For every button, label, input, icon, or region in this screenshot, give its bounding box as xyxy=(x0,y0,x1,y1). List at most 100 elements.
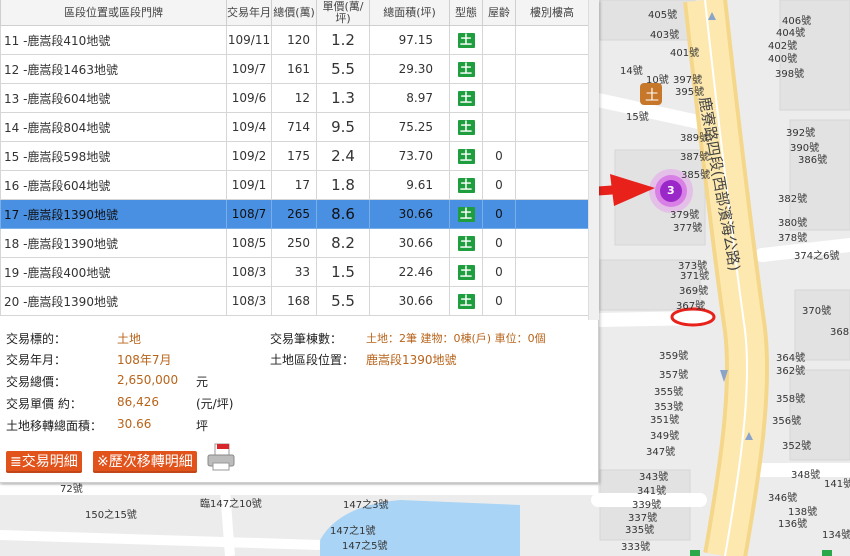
table-header: 區段位置或區段門牌 交易年月 總價(萬) 單價(萬/坪) 總面積(坪) 型態 屋… xyxy=(0,0,589,26)
cell-total: 175 xyxy=(271,141,317,171)
cell-area: 75.25 xyxy=(369,112,450,142)
map-address-label: 359號 xyxy=(659,351,689,362)
cell-type: 土 xyxy=(449,112,483,142)
cell-date: 109/4 xyxy=(226,112,272,142)
cell-age: 0 xyxy=(482,141,516,171)
col-address[interactable]: 區段位置或區段門牌 xyxy=(0,0,227,26)
map-address-label: 346號 xyxy=(768,493,798,504)
pdf-print-icon[interactable] xyxy=(205,442,237,472)
cell-area: 29.30 xyxy=(369,54,450,84)
cell-total: 161 xyxy=(271,54,317,84)
transfer-history-button[interactable]: ※歷次移轉明細 xyxy=(93,451,197,473)
map-address-label: 141號 xyxy=(824,479,850,490)
area-value: 30.66 xyxy=(117,417,152,431)
land-type-badge: 土 xyxy=(457,61,475,77)
cell-floor xyxy=(515,54,589,84)
land-type-badge: 土 xyxy=(457,235,475,251)
date-value: 108年7月 xyxy=(117,353,172,367)
cluster-count[interactable]: 3 xyxy=(667,184,675,197)
col-unit[interactable]: 單價(萬/坪) xyxy=(316,0,370,26)
cell-date: 109/2 xyxy=(226,141,272,171)
shop-glyph: 土 xyxy=(645,88,659,104)
col-date[interactable]: 交易年月 xyxy=(226,0,272,26)
cell-type: 土 xyxy=(449,83,483,113)
map-address-label: 368 xyxy=(830,327,850,338)
col-floor[interactable]: 樓別樓高 xyxy=(515,0,589,26)
cell-unit-price: 5.5 xyxy=(316,286,370,316)
table-row[interactable]: 20 -鹿嵩段1390地號 108/3 168 5.5 30.66 土 0 xyxy=(0,286,589,316)
map-address-label: 147之3號 xyxy=(343,500,389,511)
cell-total: 12 xyxy=(271,83,317,113)
transaction-table: 區段位置或區段門牌 交易年月 總價(萬) 單價(萬/坪) 總面積(坪) 型態 屋… xyxy=(0,0,589,316)
cell-area: 8.97 xyxy=(369,83,450,113)
cell-date: 109/7 xyxy=(226,54,272,84)
cell-unit-price: 9.5 xyxy=(316,112,370,142)
map-address-label: 371號 xyxy=(680,271,710,282)
area-label: 土地移轉總面積： xyxy=(6,419,103,433)
cell-floor xyxy=(515,170,589,200)
cell-area: 30.66 xyxy=(369,228,450,258)
cell-age: 0 xyxy=(482,228,516,258)
map-address-label: 374之6號 xyxy=(794,251,840,262)
map-address-label: 333號 xyxy=(621,542,651,553)
cell-date: 109/6 xyxy=(226,83,272,113)
cell-address: 17 -鹿嵩段1390地號 xyxy=(0,199,227,229)
transaction-detail-button[interactable]: ≣交易明細 xyxy=(6,451,82,473)
transaction-panel: 區段位置或區段門牌 交易年月 總價(萬) 單價(萬/坪) 總面積(坪) 型態 屋… xyxy=(0,0,599,483)
map-address-label: 367號 xyxy=(676,301,706,312)
cell-address: 16 -鹿嵩段604地號 xyxy=(0,170,227,200)
count-label: 交易筆棟數： xyxy=(270,332,343,346)
table-row[interactable]: 19 -鹿嵩段400地號 108/3 33 1.5 22.46 土 0 xyxy=(0,257,589,287)
cell-date: 108/3 xyxy=(226,286,272,316)
total-unit: 元 xyxy=(196,375,209,389)
map-address-label: 385號 xyxy=(681,170,711,181)
table-row[interactable]: 16 -鹿嵩段604地號 109/1 17 1.8 9.61 土 0 xyxy=(0,170,589,200)
col-total[interactable]: 總價(萬) xyxy=(271,0,317,26)
map-address-label: 349號 xyxy=(650,431,680,442)
cell-date: 108/3 xyxy=(226,257,272,287)
cell-total: 265 xyxy=(271,199,317,229)
cell-total: 250 xyxy=(271,228,317,258)
map-address-label: 14號 xyxy=(620,66,643,77)
col-type[interactable]: 型態 xyxy=(449,0,483,26)
cell-floor xyxy=(515,286,589,316)
table-row[interactable]: 14 -鹿嵩段804地號 109/4 714 9.5 75.25 土 xyxy=(0,112,589,142)
table-scrollbar[interactable] xyxy=(588,0,599,320)
map-address-label: 335號 xyxy=(625,525,655,536)
map-address-label: 357號 xyxy=(659,370,689,381)
table-row[interactable]: 17 -鹿嵩段1390地號 108/7 265 8.6 30.66 土 0 xyxy=(0,199,589,229)
cell-floor xyxy=(515,257,589,287)
map-address-label: 341號 xyxy=(637,486,667,497)
map-address-label: 147之5號 xyxy=(342,541,388,552)
cell-type: 土 xyxy=(449,25,483,55)
col-age[interactable]: 屋齡 xyxy=(482,0,516,26)
col-area[interactable]: 總面積(坪) xyxy=(369,0,450,26)
unit-price-value: 86,426 xyxy=(117,395,159,409)
cell-date: 109/1 xyxy=(226,170,272,200)
land-type-badge: 土 xyxy=(457,32,475,48)
map-address-label: 403號 xyxy=(650,30,680,41)
cell-unit-price: 1.3 xyxy=(316,83,370,113)
table-row[interactable]: 12 -鹿嵩段1463地號 109/7 161 5.5 29.30 土 xyxy=(0,54,589,84)
map-address-label: 147之1號 xyxy=(330,526,376,537)
total-label: 交易總價： xyxy=(6,375,67,389)
cell-total: 33 xyxy=(271,257,317,287)
cell-floor xyxy=(515,141,589,171)
map-address-label: 134號 xyxy=(822,530,850,541)
cell-date: 108/5 xyxy=(226,228,272,258)
map-address-label: 378號 xyxy=(778,233,808,244)
cell-type: 土 xyxy=(449,228,483,258)
table-row[interactable]: 11 -鹿嵩段410地號 109/11 120 1.2 97.15 土 xyxy=(0,25,589,55)
map-address-label: 392號 xyxy=(786,128,816,139)
map-address-label: 348號 xyxy=(791,470,821,481)
map-address-label: 136號 xyxy=(778,519,808,530)
land-type-badge: 土 xyxy=(457,206,475,222)
table-row[interactable]: 13 -鹿嵩段604地號 109/6 12 1.3 8.97 土 xyxy=(0,83,589,113)
cell-unit-price: 1.5 xyxy=(316,257,370,287)
table-row[interactable]: 18 -鹿嵩段1390地號 108/5 250 8.2 30.66 土 0 xyxy=(0,228,589,258)
table-row[interactable]: 15 -鹿嵩段598地號 109/2 175 2.4 73.70 土 0 xyxy=(0,141,589,171)
unit-price-label: 交易單價 約： xyxy=(6,397,82,411)
map-address-label: 150之15號 xyxy=(85,510,137,521)
map-address-label: 10號 xyxy=(646,75,669,86)
cell-floor xyxy=(515,199,589,229)
